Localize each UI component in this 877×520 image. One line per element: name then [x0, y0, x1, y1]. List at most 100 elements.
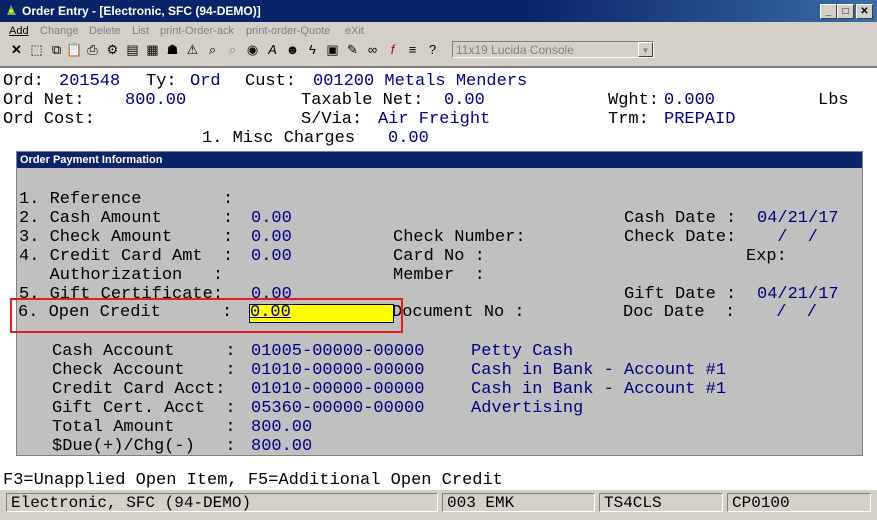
ord-net-label: Ord Net: [3, 91, 85, 110]
member-label: Member : [393, 266, 485, 285]
maximize-button[interactable]: □ [837, 4, 854, 19]
cust-label: Cust: [245, 72, 297, 91]
cancel-icon[interactable]: ✕ [8, 41, 25, 58]
wght-label: Wght: [608, 91, 660, 110]
notes-icon[interactable]: ▦ [144, 41, 161, 58]
misc-charges-label: 1. Misc Charges [202, 129, 356, 148]
cash-amount-value[interactable]: 0.00 [251, 209, 292, 228]
gift-cert-acct-number[interactable]: 05360-00000-00000 [251, 399, 424, 418]
check-amount-value[interactable]: 0.00 [251, 228, 292, 247]
lightning-icon[interactable]: ϟ [304, 41, 321, 58]
ord-label: Ord: [3, 72, 44, 91]
app-icon [4, 3, 19, 18]
print-icon[interactable]: ⎙ [84, 41, 101, 58]
ty-label: Ty: [146, 72, 177, 91]
check-number-label: Check Number: [393, 228, 526, 247]
link-icon[interactable]: ∞ [364, 41, 381, 58]
calculator-icon[interactable]: ▣ [324, 41, 341, 58]
binoculars-icon[interactable]: ⌕ [204, 41, 221, 58]
settings-icon[interactable]: ⚙ [104, 41, 121, 58]
menu-list[interactable]: List [132, 25, 149, 37]
trm-label: Trm: [608, 110, 649, 129]
check-date-value[interactable]: / / [767, 228, 818, 247]
ord-cost-label: Ord Cost: [3, 110, 95, 129]
font-icon[interactable]: A [264, 41, 281, 58]
copy-icon[interactable]: ⧉ [48, 41, 65, 58]
gift-cert-acct-name: Advertising [471, 399, 584, 418]
due-change-value: 800.00 [251, 437, 313, 456]
svia-value: Air Freight [378, 110, 491, 129]
check-account-label: Check Account : [52, 361, 236, 380]
exp-label: Exp: [746, 247, 787, 266]
wght-value: 0.000 [664, 91, 716, 110]
chevron-down-icon[interactable]: ▼ [638, 42, 653, 57]
menu-exit[interactable]: eXit [345, 25, 364, 37]
cash-account-number[interactable]: 01005-00000-00000 [251, 342, 424, 361]
window-icon[interactable]: ▤ [124, 41, 141, 58]
menu-print-order-ack[interactable]: print-Order-ack [160, 25, 234, 37]
menu-change[interactable]: Change [40, 25, 79, 37]
ty-value: Ord [190, 72, 221, 91]
menu-print-order-quote[interactable]: print-order-Quote [246, 25, 330, 37]
function-icon[interactable]: f [384, 41, 401, 58]
credit-card-amt-value[interactable]: 0.00 [251, 247, 292, 266]
check-account-name: Cash in Bank - Account #1 [471, 361, 727, 380]
minimize-button[interactable]: _ [820, 4, 837, 19]
title-bar: Order Entry - [Electronic, SFC (94-DEMO)… [0, 0, 877, 22]
hint-text: F3=Unapplied Open Item, F5=Additional Op… [3, 471, 503, 490]
authorization-label: Authorization : [19, 266, 224, 285]
total-amount-value: 800.00 [251, 418, 313, 437]
globe-icon[interactable]: ◉ [244, 41, 261, 58]
status-bar: Electronic, SFC (94-DEMO) 003 EMK TS4CLS… [0, 490, 877, 520]
card-no-label: Card No : [393, 247, 485, 266]
zoom-icon[interactable]: ⌕ [224, 41, 241, 58]
cash-date-value[interactable]: 04/21/17 [757, 209, 839, 228]
gift-date-label: Gift Date : [624, 285, 737, 304]
credit-card-acct-name: Cash in Bank - Account #1 [471, 380, 727, 399]
check-date-label: Check Date: [624, 228, 737, 247]
credit-card-acct-number[interactable]: 01010-00000-00000 [251, 380, 424, 399]
menu-bar: Add Change Delete List print-Order-ack p… [0, 22, 877, 39]
close-button[interactable]: ✕ [856, 4, 873, 19]
status-program: CP0100 [727, 493, 871, 512]
list-icon[interactable]: ≡ [404, 41, 421, 58]
check-amount-label: 3. Check Amount : [19, 228, 234, 247]
ord-net-value: 800.00 [125, 91, 187, 110]
dialog-title-bar: Order Payment Information [17, 152, 862, 168]
gift-cert-acct-label: Gift Cert. Acct : [52, 399, 236, 418]
credit-card-amt-label: 4. Credit Card Amt : [19, 247, 234, 266]
taxable-label: Taxable Net: [301, 91, 424, 110]
ord-value: 201548 [59, 72, 121, 91]
status-company: Electronic, SFC (94-DEMO) [6, 493, 438, 512]
check-account-number[interactable]: 01010-00000-00000 [251, 361, 424, 380]
gift-date-value[interactable]: 04/21/17 [757, 285, 839, 304]
font-select[interactable]: 11x19 Lucida Console [452, 41, 654, 58]
doc-date-value[interactable]: / / [766, 303, 817, 322]
misc-charges-value: 0.00 [388, 129, 429, 148]
alert-icon[interactable]: ⚠ [184, 41, 201, 58]
dialog-title: Order Payment Information [20, 154, 163, 166]
trm-value: PREPAID [664, 110, 736, 129]
cust-value: 001200 Metals Menders [313, 72, 528, 91]
taxable-value: 0.00 [444, 91, 485, 110]
edit-icon[interactable]: ✎ [344, 41, 361, 58]
total-amount-label: Total Amount : [52, 418, 236, 437]
contacts-icon[interactable]: ☗ [164, 41, 181, 58]
cash-date-label: Cash Date : [624, 209, 737, 228]
document-no-label: Document No : [392, 303, 525, 322]
paste-icon[interactable]: 📋 [66, 41, 83, 58]
select-icon[interactable]: ⬚ [28, 41, 45, 58]
doc-date-label: Doc Date : [623, 303, 736, 322]
help-icon[interactable]: ? [424, 41, 441, 58]
menu-add[interactable]: Add [9, 25, 29, 37]
status-user: 003 EMK [442, 493, 595, 512]
cash-account-name: Petty Cash [471, 342, 574, 361]
wght-unit: Lbs [818, 91, 849, 110]
cash-account-label: Cash Account : [52, 342, 236, 361]
user-icon[interactable]: ☻ [284, 41, 301, 58]
menu-delete[interactable]: Delete [89, 25, 121, 37]
svia-label: S/Via: [301, 110, 363, 129]
window-title: Order Entry - [Electronic, SFC (94-DEMO)… [22, 4, 261, 18]
reference-label: 1. Reference : [19, 190, 234, 209]
cash-amount-label: 2. Cash Amount : [19, 209, 234, 228]
